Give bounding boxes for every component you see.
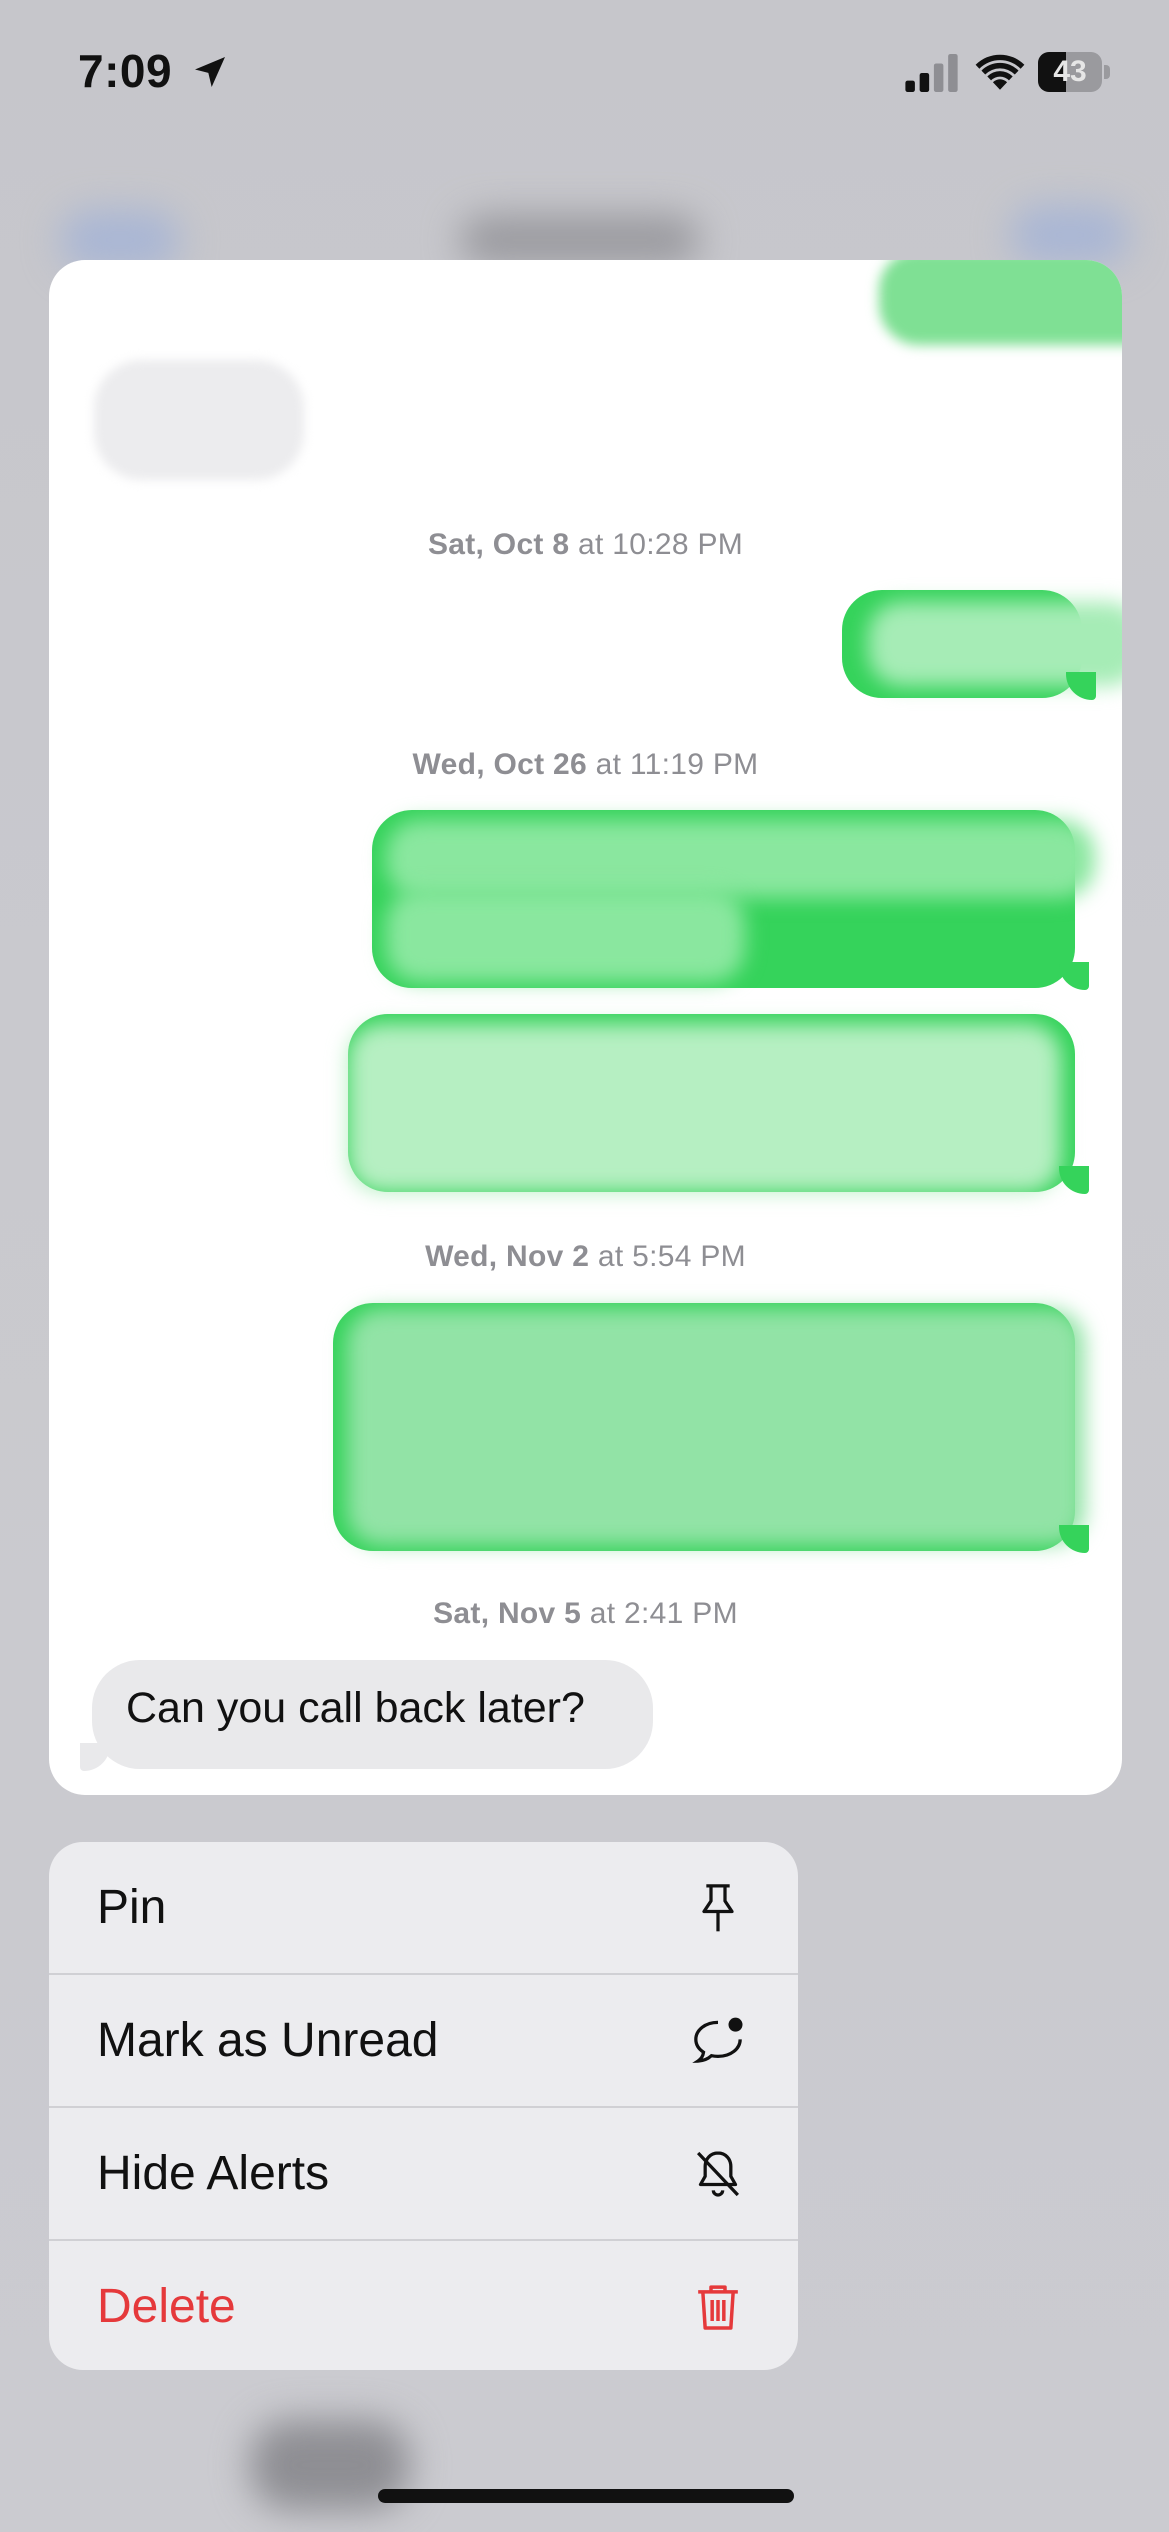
timestamp: Sat, Oct 8 at 10:28 PM — [427, 528, 744, 561]
menu-item-label: Delete — [97, 2280, 236, 2333]
menu-item-pin[interactable]: Pin — [49, 1842, 798, 1973]
home-indicator[interactable] — [378, 2489, 794, 2503]
battery-nub — [1104, 65, 1110, 79]
trash-icon — [698, 2285, 738, 2330]
pin-icon — [702, 1884, 734, 1932]
redacted-text — [386, 890, 745, 982]
outgoing-message-bubble — [879, 260, 1122, 345]
menu-item-label: Hide Alerts — [97, 2147, 330, 2200]
bubble-tail — [80, 1743, 110, 1771]
location-arrow-icon — [195, 57, 225, 87]
outgoing-message-bubble — [348, 1014, 1089, 1194]
status-time: 7:09 — [78, 45, 173, 97]
bubble-tail — [1059, 962, 1089, 990]
menu-item-mark-as-unread[interactable]: Mark as Unread — [49, 1975, 798, 2106]
menu-item-label: Pin — [97, 1881, 167, 1934]
wifi-icon — [975, 54, 1025, 90]
redacted-text — [347, 1309, 1085, 1545]
redacted-text — [348, 1024, 1061, 1192]
bubble-tail — [1059, 1166, 1089, 1194]
timestamp: Wed, Nov 2 at 5:54 PM — [425, 1240, 746, 1273]
bubble-tail — [1059, 1525, 1089, 1553]
background-blur — [460, 215, 700, 265]
unread-bubble-icon — [692, 2017, 743, 2063]
outgoing-message-bubble — [372, 810, 1095, 990]
menu-item-delete[interactable]: Delete — [49, 2241, 798, 2370]
menu-item-label: Mark as Unread — [97, 2014, 439, 2067]
cellular-signal-icon — [905, 54, 958, 92]
context-menu: Pin Mark as Unread Hide Alerts Delete — [49, 1842, 798, 2370]
bell-slash-icon — [696, 2151, 740, 2197]
outgoing-message-bubble — [333, 1303, 1089, 1553]
redacted-text — [386, 820, 1095, 898]
battery-level: 43 — [1053, 55, 1087, 88]
menu-item-hide-alerts[interactable]: Hide Alerts — [49, 2108, 798, 2239]
outgoing-message-bubble — [842, 590, 1122, 700]
background-blur — [1010, 205, 1130, 265]
message-text: Can you call back later? — [126, 1684, 585, 1732]
bubble-tail — [1066, 672, 1096, 700]
timestamp: Sat, Nov 5 at 2:41 PM — [433, 1597, 738, 1630]
battery-icon: 43 — [1038, 52, 1110, 92]
incoming-message-bubble: Can you call back later? — [80, 1660, 653, 1771]
timestamp: Wed, Oct 26 at 11:19 PM — [412, 748, 759, 781]
conversation-preview[interactable]: Sat, Oct 8 at 10:28 PM Wed, Oct 26 at 11… — [49, 260, 1122, 1795]
incoming-message-bubble — [94, 360, 304, 480]
battery-body: 43 — [1038, 52, 1102, 92]
status-bar: 7:09 43 — [0, 0, 1169, 150]
